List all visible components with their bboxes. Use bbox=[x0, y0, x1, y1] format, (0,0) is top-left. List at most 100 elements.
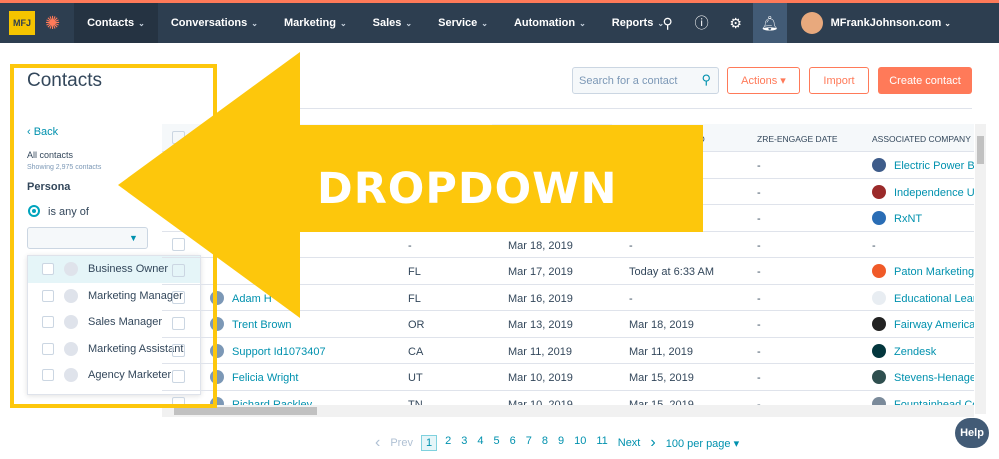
per-page-select[interactable]: 100 per page ▾ bbox=[666, 437, 739, 450]
next-button[interactable]: Next bbox=[618, 437, 641, 449]
page-7[interactable]: 7 bbox=[526, 435, 532, 451]
state-cell: FL bbox=[408, 266, 421, 278]
back-link[interactable]: ‹ Back bbox=[27, 126, 58, 138]
company-cell[interactable]: Fairway America bbox=[894, 319, 974, 331]
chevron-right-icon[interactable]: › bbox=[650, 434, 655, 452]
nav-contacts[interactable]: Contacts ⌄ bbox=[74, 3, 158, 43]
contact-name[interactable]: Support Id1073407 bbox=[232, 346, 326, 358]
page-8[interactable]: 8 bbox=[542, 435, 548, 451]
nav-service[interactable]: Service ⌄ bbox=[425, 3, 501, 43]
row-checkbox[interactable] bbox=[172, 343, 185, 357]
operator-radio[interactable] bbox=[28, 205, 40, 217]
company-cell[interactable]: Stevens-Henager C bbox=[894, 372, 974, 384]
company-cell[interactable]: RxNT bbox=[894, 213, 922, 225]
chevron-left-icon[interactable]: ‹ bbox=[375, 434, 380, 452]
persona-icon bbox=[64, 341, 78, 356]
hubspot-sprocket-icon[interactable]: ✺ bbox=[45, 13, 60, 34]
chevron-down-icon: ⌄ bbox=[579, 18, 586, 28]
state-cell: CA bbox=[408, 345, 424, 358]
zre-engage-cell: - bbox=[757, 266, 761, 278]
table-row[interactable]: FL Mar 17, 2019 Today at 6:33 AM - Paton… bbox=[162, 258, 974, 285]
user-menu[interactable]: MFrankJohnson.com ⌄ bbox=[831, 17, 951, 29]
table-row[interactable]: Felicia Wright UT Mar 10, 2019 Mar 15, 2… bbox=[162, 364, 974, 391]
nav-label: Marketing bbox=[283, 17, 336, 29]
vertical-scrollbar[interactable] bbox=[975, 124, 986, 414]
import-button[interactable]: Import bbox=[809, 67, 869, 94]
gear-icon[interactable]: ⚙ bbox=[719, 3, 753, 43]
checkbox[interactable] bbox=[42, 263, 54, 276]
page-4[interactable]: 4 bbox=[477, 435, 483, 451]
option-label: Business Owner bbox=[88, 263, 169, 276]
actions-button[interactable]: Actions ▾ bbox=[727, 67, 800, 94]
page-3[interactable]: 3 bbox=[461, 435, 467, 451]
row-checkbox[interactable] bbox=[172, 237, 185, 251]
company-logo[interactable]: MFJ bbox=[9, 11, 35, 35]
header-state[interactable]: STATE/REGION bbox=[408, 134, 470, 144]
page-6[interactable]: 6 bbox=[510, 435, 516, 451]
page-5[interactable]: 5 bbox=[493, 435, 499, 451]
search-icon[interactable]: ⚲ bbox=[651, 3, 685, 43]
table-row[interactable]: Trent Brown OR Mar 13, 2019 Mar 18, 2019… bbox=[162, 311, 974, 338]
last-contacted-cell: - bbox=[629, 292, 633, 305]
zre-engage-cell: - bbox=[757, 372, 761, 384]
contact-count: Showing 2,975 contacts bbox=[27, 164, 102, 171]
row-checkbox[interactable] bbox=[172, 184, 185, 198]
nav-sales[interactable]: Sales ⌄ bbox=[360, 3, 425, 43]
nav-conversations[interactable]: Conversations ⌄ bbox=[158, 3, 271, 43]
company-cell[interactable]: Zendesk bbox=[894, 346, 936, 358]
state-cell: - bbox=[408, 239, 412, 252]
table-row[interactable]: Adam H FL Mar 16, 2019 - - Educational L… bbox=[162, 285, 974, 311]
info-icon[interactable]: ⓘ bbox=[685, 3, 719, 43]
nav-marketing[interactable]: Marketing ⌄ bbox=[271, 3, 360, 43]
company-cell[interactable]: Electric Power Boar bbox=[894, 160, 974, 172]
table-row[interactable]: - Mar 18, 2019 - - - bbox=[162, 232, 974, 258]
row-checkbox[interactable] bbox=[172, 290, 185, 304]
contact-name[interactable]: Felicia Wright bbox=[232, 372, 298, 384]
divider bbox=[230, 108, 972, 109]
row-checkbox[interactable] bbox=[172, 211, 185, 224]
checkbox[interactable] bbox=[42, 289, 54, 302]
select-all-checkbox[interactable] bbox=[172, 131, 185, 144]
chevron-down-icon: ⌄ bbox=[405, 18, 413, 28]
company-cell[interactable]: Paton Marketing bbox=[894, 266, 974, 278]
zre-engage-cell: - bbox=[757, 345, 761, 358]
company-logo-icon bbox=[872, 264, 886, 278]
page-2[interactable]: 2 bbox=[445, 435, 451, 451]
header-associated-company[interactable]: ASSOCIATED COMPANY bbox=[872, 134, 971, 144]
table-row[interactable]: Support Id1073407 CA Mar 11, 2019 Mar 11… bbox=[162, 338, 974, 364]
persona-dropdown[interactable]: ▼ bbox=[27, 227, 148, 249]
row-checkbox[interactable] bbox=[172, 317, 185, 330]
persona-icon bbox=[64, 315, 78, 330]
bell-icon[interactable]: 🔔︎ bbox=[752, 3, 787, 43]
checkbox[interactable] bbox=[42, 369, 54, 382]
help-button[interactable]: Help bbox=[955, 418, 989, 448]
create-date-cell: Mar 16, 2019 bbox=[508, 292, 573, 305]
last-contacted-cell: Mar 11, 2019 bbox=[629, 345, 694, 358]
prev-button[interactable]: Prev bbox=[390, 437, 413, 449]
row-checkbox[interactable] bbox=[172, 264, 185, 277]
horizontal-scrollbar[interactable] bbox=[162, 405, 974, 417]
row-checkbox[interactable] bbox=[172, 370, 185, 383]
page-10[interactable]: 10 bbox=[574, 435, 586, 451]
company-cell[interactable]: Independence Univ bbox=[894, 187, 974, 199]
row-checkbox[interactable] bbox=[172, 158, 185, 171]
header-create-date[interactable]: CREATE DATE bbox=[508, 134, 566, 144]
page-11[interactable]: 11 bbox=[596, 435, 607, 451]
company-logo-icon bbox=[872, 290, 886, 305]
checkbox[interactable] bbox=[42, 342, 54, 355]
header-last-contacted[interactable]: LAST CONTACTED bbox=[629, 134, 705, 144]
header-zre-engage-date[interactable]: ZRE-ENGAGE DATE bbox=[757, 134, 838, 144]
contact-name[interactable]: Trent Brown bbox=[232, 319, 292, 331]
avatar[interactable] bbox=[800, 12, 823, 34]
page-9[interactable]: 9 bbox=[558, 435, 564, 451]
contact-name[interactable]: Adam H bbox=[232, 293, 272, 305]
chevron-down-icon: ⌄ bbox=[339, 18, 347, 28]
company-cell[interactable]: Educational Learnin bbox=[894, 293, 974, 305]
nav-automation[interactable]: Automation ⌄ bbox=[501, 3, 599, 43]
checkbox[interactable] bbox=[42, 316, 54, 329]
page-1[interactable]: 1 bbox=[420, 435, 438, 451]
caret-down-icon: ▼ bbox=[129, 233, 138, 243]
create-contact-button[interactable]: Create contact bbox=[878, 67, 972, 94]
search-input[interactable]: Search for a contact ⚲ bbox=[572, 67, 719, 94]
nav-label: Service bbox=[438, 17, 478, 29]
